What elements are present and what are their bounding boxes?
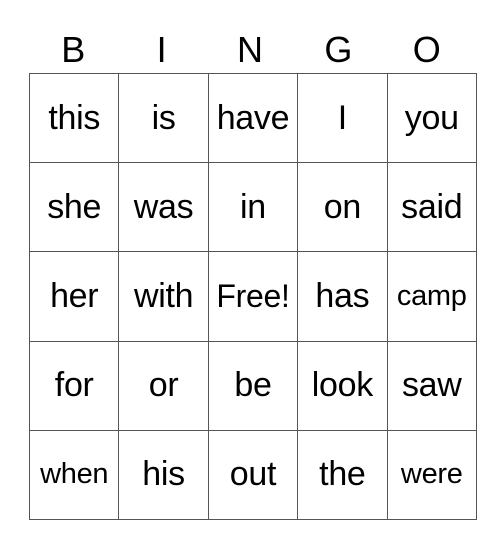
grid-cell: her: [28, 251, 120, 342]
grid-cell: look: [297, 340, 388, 431]
grid-cell: saw: [386, 340, 477, 431]
grid-cell: you: [386, 72, 477, 164]
grid-cell: were: [386, 429, 477, 520]
grid-row: she was in on said: [28, 162, 477, 253]
grid-cell: his: [118, 429, 209, 520]
grid-cell: out: [207, 429, 299, 520]
header-letter-i: I: [156, 29, 167, 70]
grid-cell: I: [297, 72, 388, 164]
grid-cell: or: [118, 340, 209, 431]
grid-cell: with: [118, 251, 209, 342]
grid-cell: she: [28, 162, 120, 253]
grid-cell: said: [386, 162, 477, 253]
grid-row: for or be look saw: [28, 340, 477, 431]
grid-row: her with Free! has camp: [28, 251, 477, 342]
header-letter-b: B: [61, 29, 86, 70]
free-space-cell: Free!: [207, 251, 299, 342]
grid-cell: in: [207, 162, 299, 253]
grid-cell: on: [297, 162, 388, 253]
header-letter-o: O: [412, 29, 441, 70]
grid-cell: be: [207, 340, 299, 431]
grid-cell: for: [28, 340, 120, 431]
grid-cell: has: [297, 251, 388, 342]
bingo-grid: this is have I you she was in on said he…: [28, 72, 477, 520]
bingo-header: B I N G O: [29, 28, 471, 72]
grid-row: when his out the were: [28, 429, 477, 520]
grid-cell: the: [297, 429, 388, 520]
header-letter-n: N: [236, 29, 263, 70]
grid-cell: is: [118, 72, 209, 164]
header-letter-g: G: [324, 29, 353, 70]
grid-cell: camp: [386, 251, 477, 342]
grid-cell: when: [28, 429, 120, 520]
grid-cell: this: [28, 72, 120, 164]
grid-cell: was: [118, 162, 209, 253]
grid-row: this is have I you: [28, 72, 477, 164]
grid-cell: have: [207, 72, 299, 164]
